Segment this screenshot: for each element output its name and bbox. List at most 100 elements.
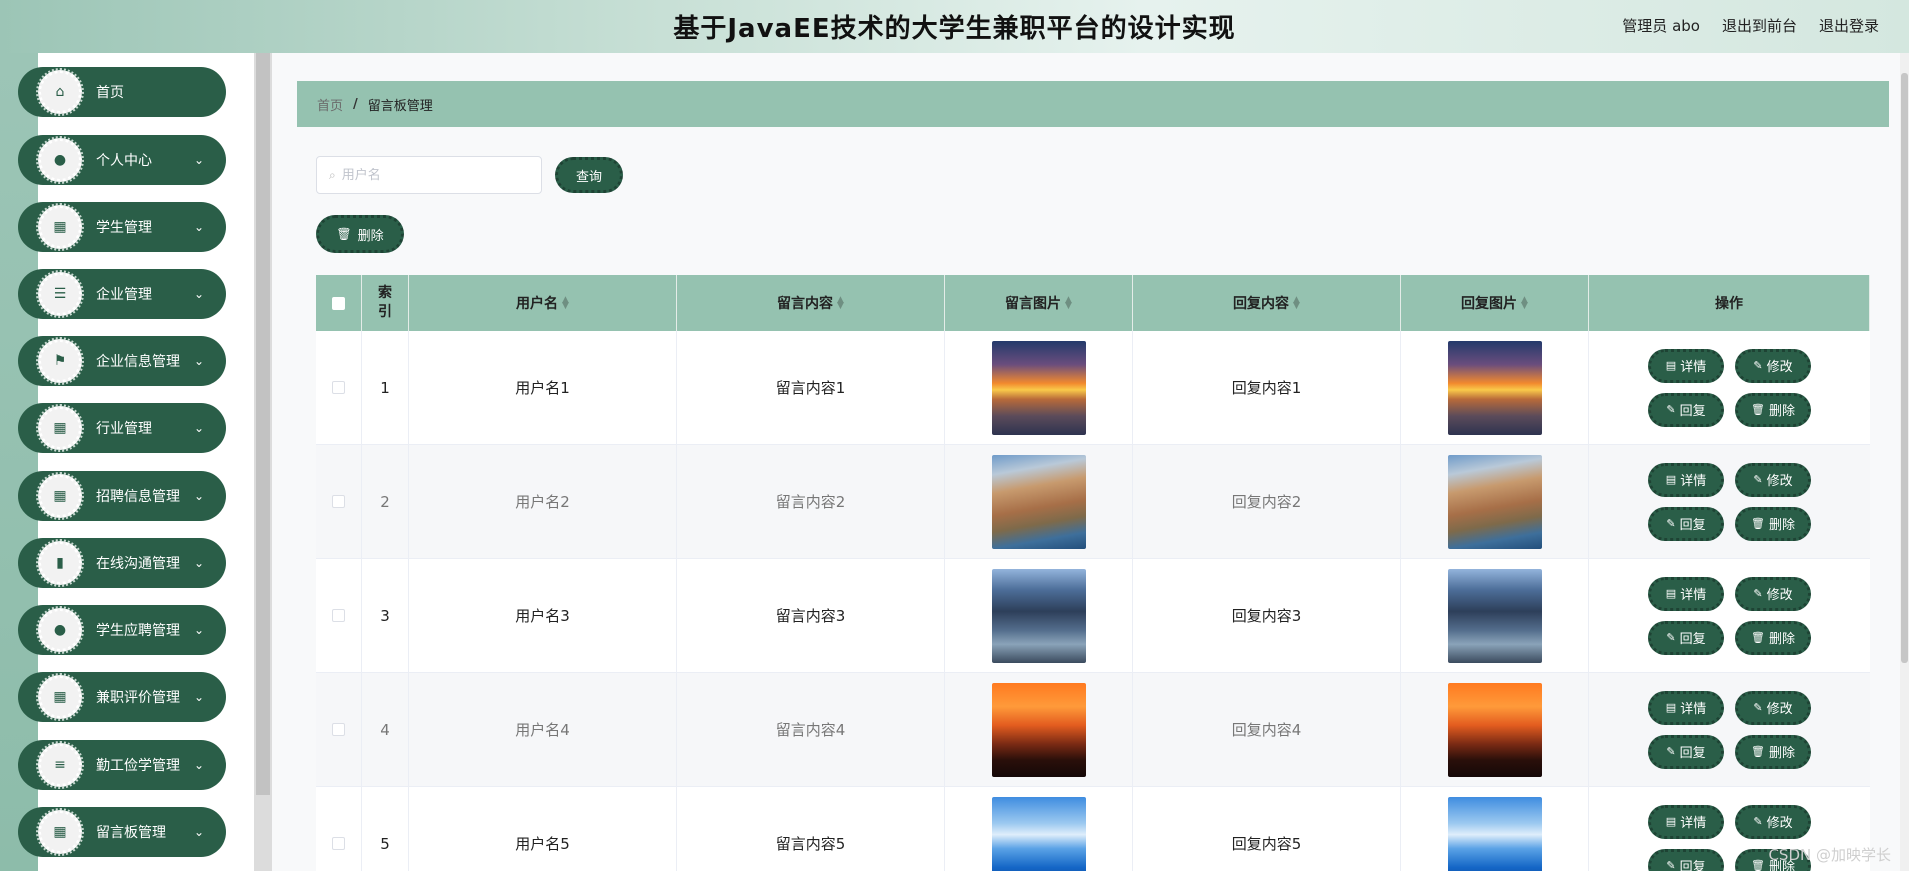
edit-button[interactable]: ✎ 修改	[1735, 462, 1811, 497]
document-icon: ▤	[1665, 815, 1677, 828]
sidebar-item-5[interactable]: ⚑ 企业信息管理 ⌄	[18, 336, 226, 386]
cell-index: 5	[362, 787, 409, 871]
reply-image[interactable]	[1447, 682, 1542, 777]
row-checkbox[interactable]	[332, 495, 345, 508]
sidebar-item-label: 行业管理	[96, 421, 152, 437]
search-button-label: 查询	[575, 169, 602, 185]
sidebar-item-2[interactable]: ● 个人中心 ⌄	[18, 135, 226, 185]
reply-image[interactable]	[1447, 796, 1542, 871]
detail-button[interactable]: ▤ 详情	[1648, 348, 1724, 383]
edit-button[interactable]: ✎ 修改	[1735, 804, 1811, 839]
flag-icon: ⚑	[36, 337, 84, 385]
row-checkbox[interactable]	[332, 837, 345, 850]
cell-image	[945, 331, 1133, 444]
cell-image	[945, 787, 1133, 871]
table-row: 4 用户名4 留言内容4 回复内容4 ▤ 详情 ✎ 修改 ✎ 回复 🗑 删除	[316, 673, 1870, 787]
message-image[interactable]	[991, 796, 1086, 871]
cell-image	[945, 559, 1133, 672]
watermark: CSDN @加映学长	[1768, 846, 1891, 864]
chevron-down-icon: ⌄	[193, 354, 204, 368]
reply-image[interactable]	[1447, 340, 1542, 435]
row-checkbox[interactable]	[332, 381, 345, 394]
row-checkbox[interactable]	[332, 723, 345, 736]
message-image[interactable]	[991, 454, 1086, 549]
menu-icon: ≡	[36, 741, 84, 789]
detail-button[interactable]: ▤ 详情	[1648, 690, 1724, 725]
sidebar-item-10[interactable]: ▦ 兼职评价管理 ⌄	[18, 672, 226, 722]
reply-button[interactable]: ✎ 回复	[1648, 848, 1724, 871]
sidebar-item-9[interactable]: ● 学生应聘管理 ⌄	[18, 605, 226, 655]
sort-icon[interactable]: ▲ ▼	[562, 296, 569, 311]
exit-to-front-link[interactable]: 退出到前台	[1722, 15, 1797, 36]
col-reply-image[interactable]: 回复图片 ▲ ▼	[1401, 275, 1589, 331]
col-image[interactable]: 留言图片 ▲ ▼	[945, 275, 1133, 331]
row-checkbox[interactable]	[332, 609, 345, 622]
edit-button[interactable]: ✎ 修改	[1735, 348, 1811, 383]
reply-button[interactable]: ✎ 回复	[1648, 392, 1724, 427]
sidebar-item-8[interactable]: ▮ 在线沟通管理 ⌄	[18, 538, 226, 588]
delete-button[interactable]: 🗑 删除	[1735, 506, 1811, 541]
delete-button[interactable]: 🗑 删除	[1735, 392, 1811, 427]
select-all-checkbox[interactable]	[332, 296, 345, 310]
reply-image[interactable]	[1447, 568, 1542, 663]
sidebar-item-4[interactable]: ☰ 企业管理 ⌄	[18, 269, 226, 319]
search-input[interactable]	[341, 167, 522, 183]
chevron-down-icon: ⌄	[193, 825, 204, 839]
edit-button[interactable]: ✎ 修改	[1735, 576, 1811, 611]
cell-username: 用户名3	[409, 559, 677, 672]
col-reply[interactable]: 回复内容 ▲ ▼	[1133, 275, 1401, 331]
sort-icon[interactable]: ▲ ▼	[1065, 296, 1072, 311]
sidebar-scroll-thumb[interactable]	[256, 53, 270, 795]
cell-reply: 回复内容3	[1133, 559, 1401, 672]
pencil-icon: ✎	[1753, 815, 1763, 828]
cell-username: 用户名2	[409, 445, 677, 558]
logout-link[interactable]: 退出登录	[1819, 15, 1879, 36]
detail-button[interactable]: ▤ 详情	[1648, 576, 1724, 611]
delete-button[interactable]: 🗑 删除	[1735, 620, 1811, 655]
breadcrumb-home[interactable]: 首页	[317, 95, 343, 114]
sidebar-item-12[interactable]: ▦ 留言板管理 ⌄	[18, 807, 226, 857]
trash-icon: 🗑	[1751, 403, 1765, 416]
sort-icon[interactable]: ▲ ▼	[837, 296, 844, 311]
message-image[interactable]	[991, 568, 1086, 663]
sidebar-item-label: 留言板管理	[96, 825, 166, 841]
sort-icon[interactable]: ▲ ▼	[1293, 296, 1300, 311]
sidebar-item-3[interactable]: ▦ 学生管理 ⌄	[18, 202, 226, 252]
reply-image[interactable]	[1447, 454, 1542, 549]
col-username[interactable]: 用户名 ▲ ▼	[409, 275, 677, 331]
reply-button[interactable]: ✎ 回复	[1648, 734, 1724, 769]
delete-button[interactable]: 🗑 删除	[1735, 734, 1811, 769]
sort-icon[interactable]: ▲ ▼	[1521, 296, 1528, 311]
home-icon: ⌂	[36, 68, 84, 116]
sidebar-item-label: 企业管理	[96, 287, 152, 303]
cell-content: 留言内容2	[677, 445, 945, 558]
page-scrollbar[interactable]	[1900, 53, 1909, 871]
detail-button[interactable]: ▤ 详情	[1648, 462, 1724, 497]
table-row: 2 用户名2 留言内容2 回复内容2 ▤ 详情 ✎ 修改 ✎ 回复 🗑 删除	[316, 445, 1870, 559]
bulk-delete-button[interactable]: 🗑 删除	[316, 215, 404, 253]
sidebar-scrollbar[interactable]	[254, 53, 272, 871]
sidebar-item-label: 在线沟通管理	[96, 556, 180, 572]
sidebar-item-6[interactable]: ▦ 行业管理 ⌄	[18, 403, 226, 453]
document-icon: ▤	[1665, 587, 1677, 600]
reply-button[interactable]: ✎ 回复	[1648, 506, 1724, 541]
message-image[interactable]	[991, 340, 1086, 435]
grid-icon: ▦	[36, 203, 84, 251]
col-content[interactable]: 留言内容 ▲ ▼	[677, 275, 945, 331]
reply-button[interactable]: ✎ 回复	[1648, 620, 1724, 655]
detail-button[interactable]: ▤ 详情	[1648, 804, 1724, 839]
sidebar-item-1[interactable]: ⌂ 首页	[18, 67, 226, 117]
search-button[interactable]: 查询	[555, 157, 623, 193]
sidebar-item-label: 个人中心	[96, 153, 152, 169]
sidebar-item-7[interactable]: ▦ 招聘信息管理 ⌄	[18, 471, 226, 521]
breadcrumb-current: 留言板管理	[367, 98, 433, 114]
cell-actions: ▤ 详情 ✎ 修改 ✎ 回复 🗑 删除	[1589, 445, 1870, 558]
page-scroll-thumb[interactable]	[1901, 73, 1908, 663]
col-actions: 操作	[1589, 275, 1870, 331]
message-image[interactable]	[991, 682, 1086, 777]
sidebar-item-11[interactable]: ≡ 勤工俭学管理 ⌄	[18, 740, 226, 790]
pencil-icon: ✎	[1666, 631, 1676, 644]
search-field[interactable]: ⌕	[316, 156, 542, 194]
cell-content: 留言内容1	[677, 331, 945, 444]
edit-button[interactable]: ✎ 修改	[1735, 690, 1811, 725]
